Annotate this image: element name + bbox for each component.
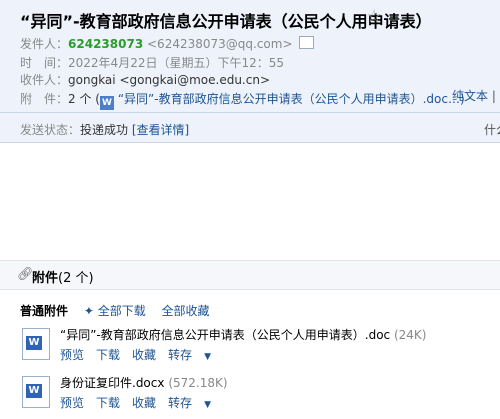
status-detail-link[interactable]: [查看详情] [132, 123, 189, 137]
file-name[interactable]: “异同”-教育部政府信息公开申请表（公民个人用申请表）.doc [60, 328, 390, 342]
attachments-section: 🔗︎ 附件(2 个) 普通附件 ✦ 全部下载 全部收藏 W “异同”-教育部政府… [0, 260, 500, 419]
sender-row: 发件人：624238073 <624238073@qq.com> [20, 35, 314, 52]
transfer-label: 转存 [168, 396, 193, 410]
attachment-preview-link[interactable]: “异同”-教育部政府信息公开申请表（公民个人用申请表）.doc…) [118, 92, 465, 106]
file-actions: 预览 下载 收藏 转存 ▼ [60, 394, 235, 411]
recipient-value[interactable]: gongkai <gongkai@moe.edu.cn> [68, 73, 270, 87]
transfer-dropdown[interactable]: 转存 ▼ [168, 348, 223, 362]
file-actions: 预览 下载 收藏 转存 ▼ [60, 346, 235, 363]
sender-name[interactable]: 624238073 [68, 37, 143, 51]
status-right-link[interactable]: 什么 [484, 121, 500, 138]
save-link[interactable]: 收藏 [132, 396, 156, 410]
attachment-file-1: W “异同”-教育部政府信息公开申请表（公民个人用申请表）.doc (24K) … [22, 326, 492, 366]
attachments-bar: 🔗︎ 附件(2 个) [0, 260, 500, 290]
status-row: 发送状态：投递成功 [查看详情] [20, 121, 189, 138]
plain-text-link-wrap: 纯文本 | [452, 87, 496, 104]
recipient-row: 收件人：gongkai <gongkai@moe.edu.cn> [20, 71, 270, 88]
status-label: 发送状态： [20, 123, 81, 137]
attachments-toolbar: 普通附件 ✦ 全部下载 全部收藏 [20, 302, 210, 319]
header-divider [0, 112, 500, 113]
file-name[interactable]: 身份证复印件.docx [60, 376, 164, 390]
sender-email: <624238073@qq.com> [147, 37, 293, 51]
download-link[interactable]: 下载 [96, 396, 120, 410]
preview-link[interactable]: 预览 [60, 396, 84, 410]
attachment-file-2: W 身份证复印件.docx (572.18K) 预览 下载 收藏 转存 ▼ [22, 374, 492, 414]
attachments-count: (2 个) [58, 271, 94, 286]
attachments-title: 附件(2 个) [32, 267, 94, 286]
time-row: 时 间：2022年4月22日（星期五）下午12：55 [20, 54, 284, 71]
attachment-type-label: 普通附件 [20, 304, 69, 318]
attachment-summary-row: 附 件：2 个 (W “异同”-教育部政府信息公开申请表（公民个人用申请表）.d… [20, 90, 465, 110]
download-all-link[interactable]: ✦ 全部下载 [84, 304, 146, 318]
file-name-line: 身份证复印件.docx (572.18K) [60, 374, 228, 391]
status-value: 投递成功 [80, 123, 129, 137]
plain-text-separator: | [491, 89, 496, 103]
download-link[interactable]: 下载 [96, 348, 120, 362]
plain-text-link[interactable]: 纯文本 [452, 89, 488, 103]
save-link[interactable]: 收藏 [132, 348, 156, 362]
attachments-title-text: 附件 [32, 271, 59, 286]
mail-header: “异同”-教育部政府信息公开申请表（公民个人用申请表） ☆ 发件人：624238… [0, 0, 500, 143]
recipient-label: 收件人： [20, 73, 69, 87]
sender-label: 发件人： [20, 37, 69, 51]
save-all-link[interactable]: 全部收藏 [162, 304, 210, 318]
word-doc-icon: W [99, 96, 114, 110]
chevron-down-icon: ▼ [204, 400, 211, 410]
word-file-icon: W [22, 328, 50, 360]
attachment-count: 2 个 [68, 92, 92, 106]
word-file-icon: W [22, 376, 50, 408]
file-name-line: “异同”-教育部政府信息公开申请表（公民个人用申请表）.doc (24K) [60, 326, 426, 343]
preview-link[interactable]: 预览 [60, 348, 84, 362]
attachment-label: 附 件： [20, 92, 69, 106]
chevron-down-icon: ▼ [204, 352, 211, 362]
time-value: 2022年4月22日（星期五）下午12：55 [68, 56, 284, 70]
transfer-label: 转存 [168, 348, 193, 362]
file-size: (24K) [393, 328, 427, 342]
time-label: 时 间： [20, 56, 69, 70]
star-icon[interactable]: ☆ [366, 6, 382, 27]
file-size: (572.18K) [168, 376, 228, 390]
transfer-dropdown[interactable]: 转存 ▼ [168, 396, 223, 410]
add-contact-icon[interactable] [298, 36, 314, 49]
